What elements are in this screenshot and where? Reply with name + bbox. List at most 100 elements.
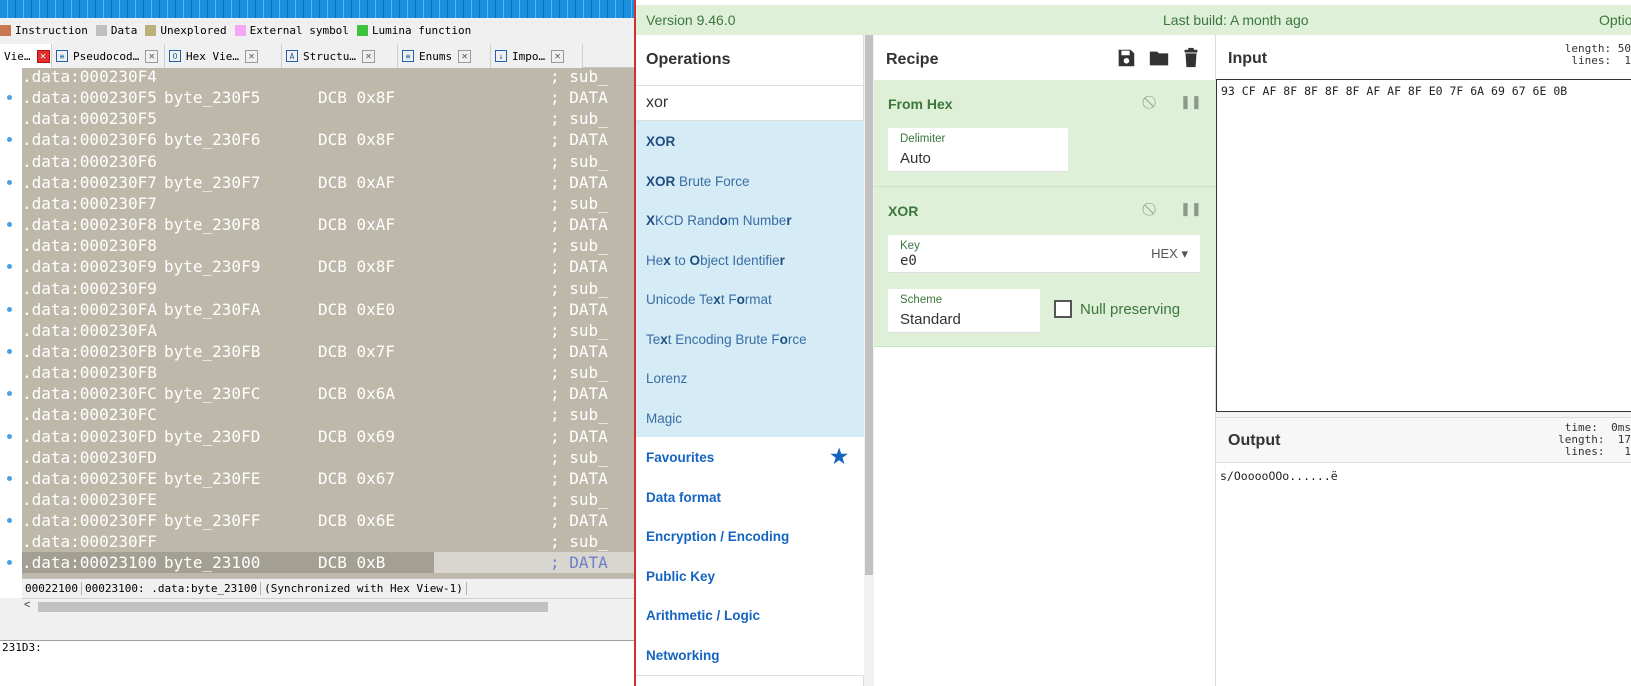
listing-line[interactable]: .data:000230F5 byte_230F5 DCB 0x8F ; DATA: [22, 87, 634, 108]
close-icon[interactable]: ✕: [551, 49, 565, 63]
category-item[interactable]: Encryption / Encoding: [636, 516, 864, 557]
legend-swatch: [0, 24, 11, 36]
tab-hex-view[interactable]: O Hex Vie… ✕: [165, 44, 282, 68]
null-preserving-checkbox[interactable]: Null preserving: [1054, 300, 1180, 318]
line-address: .data:00023100: [22, 553, 157, 573]
legend-label: Lumina function: [371, 23, 472, 37]
structures-icon: A: [286, 50, 298, 62]
category-item[interactable]: Public Key: [636, 555, 864, 597]
tab-structures[interactable]: A Structu… ✕: [282, 44, 398, 68]
line-address: .data:000230FD: [22, 447, 157, 467]
listing-line[interactable]: .data:000230FB ; sub_: [22, 362, 634, 383]
category-item[interactable]: Networking: [636, 634, 864, 676]
key-field[interactable]: Key e0 HEX ▾: [888, 235, 1200, 273]
operation-result[interactable]: XOR: [636, 121, 864, 162]
output-textarea[interactable]: s/OooooOOo......ë: [1216, 463, 1631, 686]
line-comment: ; DATA: [550, 468, 608, 488]
line-label: byte_230F5: [164, 88, 261, 108]
op-name: From Hex: [888, 96, 953, 112]
line-comment: ; sub_: [550, 278, 608, 298]
listing-line[interactable]: .data:000230F9 byte_230F9 DCB 0x8F ; DATA: [22, 256, 634, 277]
navigation-band[interactable]: [0, 0, 634, 18]
tab-pseudocode[interactable]: ≡ Pseudocod… ✕: [52, 44, 165, 68]
listing-line[interactable]: .data:000230F5 ; sub_: [22, 108, 634, 129]
category-item[interactable]: Data format: [636, 476, 864, 518]
scroll-thumb[interactable]: [865, 35, 873, 575]
line-address: .data:000230F7: [22, 172, 157, 192]
close-icon[interactable]: ✕: [361, 49, 375, 63]
category-item[interactable]: Favourites ★: [636, 437, 864, 478]
listing-line[interactable]: .data:000230F7 byte_230F7 DCB 0xAF ; DATA: [22, 172, 634, 193]
listing-line[interactable]: .data:000230F7 ; sub_: [22, 193, 634, 214]
scroll-left-icon[interactable]: <: [24, 599, 30, 611]
operation-result-text: XOR: [646, 134, 676, 149]
legend-data: Data: [95, 23, 138, 37]
line-address: .data:000230F9: [22, 257, 157, 277]
listing-line[interactable]: .data:000230FE ; sub_: [22, 489, 634, 510]
horizontal-scrollbar[interactable]: <: [22, 598, 634, 614]
listing-line[interactable]: .data:000230F8 ; sub_: [22, 235, 634, 256]
recipe-op-xor[interactable]: XOR ⃠ ❚❚ Key e0 HEX ▾ Scheme Standard Nu…: [874, 187, 1216, 347]
folder-icon[interactable]: [1148, 47, 1170, 69]
listing-line[interactable]: .data:000230FA byte_230FA DCB 0xE0 ; DATA: [22, 299, 634, 320]
legend-label: Data: [110, 23, 138, 37]
listing-line[interactable]: .data:000230F6 byte_230F6 DCB 0x8F ; DATA: [22, 129, 634, 150]
scroll-thumb[interactable]: [38, 602, 548, 612]
options-link[interactable]: Optio: [1599, 12, 1631, 28]
delimiter-field[interactable]: Delimiter Auto: [888, 128, 1068, 172]
legend-unexplored: Unexplored: [145, 24, 227, 37]
operation-result[interactable]: Text Encoding Brute Force: [636, 318, 864, 360]
operation-result-text: Te: [646, 331, 661, 347]
listing-line[interactable]: .data:000230F9 ; sub_: [22, 278, 634, 299]
close-icon[interactable]: ✕: [458, 49, 472, 63]
listing-line[interactable]: .data:000230FC byte_230FC DCB 0x6A ; DATA: [22, 383, 634, 404]
tab-enums[interactable]: ≡ Enums ✕: [398, 44, 491, 68]
operation-result[interactable]: Lorenz: [636, 358, 864, 399]
operations-search-input[interactable]: xor: [636, 85, 864, 121]
listing-line[interactable]: .data:00023100 byte_23100 DCB 0xB ; DATA: [22, 552, 608, 574]
input-textarea[interactable]: 93 CF AF 8F 8F 8F 8F AF AF 8F E0 7F 6A 6…: [1216, 79, 1631, 412]
operations-scrollbar[interactable]: [864, 35, 874, 686]
trash-icon[interactable]: [1180, 47, 1202, 69]
key-format-dropdown[interactable]: HEX ▾: [1151, 246, 1188, 262]
close-icon[interactable]: ✕: [36, 49, 50, 63]
line-comment: ; sub_: [550, 193, 608, 213]
operation-result[interactable]: Hex to Object Identifier: [636, 239, 864, 281]
line-instruction: DCB 0x6A: [318, 384, 396, 404]
listing-line[interactable]: .data:000230FC ; sub_: [22, 404, 634, 425]
operation-result[interactable]: Magic: [636, 397, 864, 439]
line-marker-dot: [7, 391, 12, 397]
line-label: byte_23100: [164, 553, 261, 573]
listing-line[interactable]: .data:000230F6 ; sub_: [22, 151, 634, 172]
checkbox-label: Null preserving: [1080, 300, 1181, 318]
listing-line[interactable]: .data:000230FB byte_230FB DCB 0x7F ; DATA: [22, 341, 634, 362]
tab-imports[interactable]: ↓ Impo… ✕: [491, 44, 583, 68]
operation-result[interactable]: XKCD Random Number: [636, 200, 864, 241]
cyberchef-window: Version 9.46.0 Last build: A month ago O…: [634, 0, 1631, 686]
tab-ida-view[interactable]: Vie… ✕: [0, 44, 52, 68]
listing-line[interactable]: .data:000230FE byte_230FE DCB 0x67 ; DATA: [22, 468, 634, 489]
checkbox-icon[interactable]: [1054, 300, 1072, 318]
operation-result[interactable]: XOR Brute Force: [636, 160, 864, 202]
disassembly-listing[interactable]: .data:000230F4 ; sub_ .data:000230F5 byte_2…: [22, 68, 634, 598]
listing-line[interactable]: .data:000230F8 byte_230F8 DCB 0xAF ; DATA: [22, 214, 634, 235]
listing-line[interactable]: .data:000230FF byte_230FF DCB 0x6E ; DATA: [22, 510, 634, 531]
listing-line[interactable]: .data:000230FF ; sub_: [22, 531, 634, 552]
save-icon[interactable]: [1115, 47, 1137, 69]
listing-line[interactable]: .data:000230FD byte_230FD DCB 0x69 ; DATA: [22, 426, 634, 447]
ida-window: Instruction Data Unexplored External sym…: [0, 0, 634, 686]
line-comment: ; DATA: [550, 172, 608, 192]
operation-result[interactable]: Unicode Text Format: [636, 279, 864, 320]
recipe-panel: Recipe From Hex ⃠ ❚❚ Delimiter Auto XOR …: [874, 35, 1216, 686]
operation-result-text: Unicode Te: [646, 292, 714, 307]
breakpoint-icon[interactable]: ❚❚: [1180, 201, 1202, 217]
close-icon[interactable]: ✕: [145, 49, 159, 63]
recipe-op-from-hex[interactable]: From Hex ⃠ ❚❚ Delimiter Auto: [874, 80, 1216, 187]
breakpoint-icon[interactable]: ❚❚: [1180, 94, 1202, 110]
listing-line[interactable]: .data:000230FA ; sub_: [22, 320, 634, 341]
listing-line[interactable]: .data:000230F4 ; sub_: [22, 68, 634, 87]
scheme-field[interactable]: Scheme Standard: [888, 289, 1040, 333]
listing-line[interactable]: .data:000230FD ; sub_: [22, 447, 634, 468]
close-icon[interactable]: ✕: [244, 49, 258, 63]
category-item[interactable]: Arithmetic / Logic: [636, 595, 864, 636]
